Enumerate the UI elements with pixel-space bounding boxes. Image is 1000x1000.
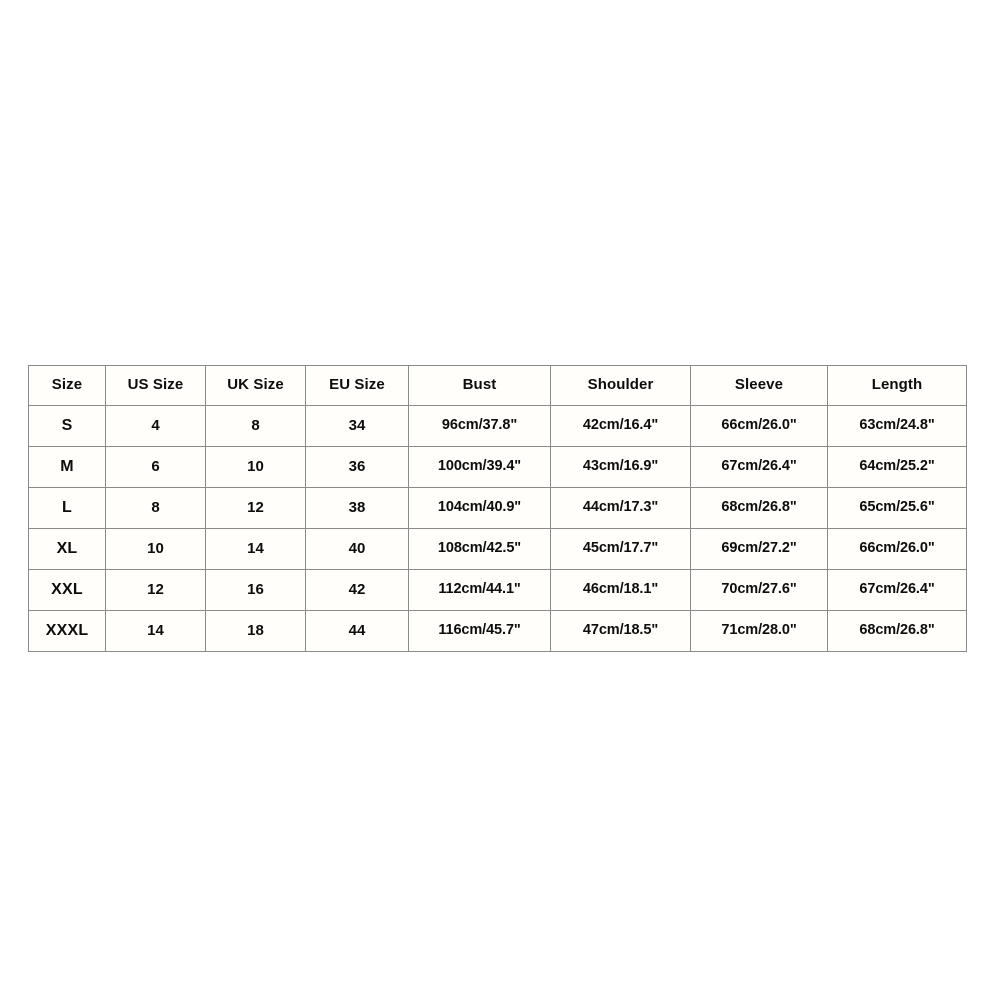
size-chart-table: Size US Size UK Size EU Size Bust Should…	[28, 365, 967, 652]
cell-shoulder: 44cm/17.3"	[550, 487, 691, 529]
cell-us-size: 10	[105, 528, 206, 570]
cell-eu-size: 34	[305, 405, 409, 447]
cell-size: L	[28, 487, 106, 529]
cell-size: XXL	[28, 569, 106, 611]
cell-sleeve: 69cm/27.2"	[690, 528, 828, 570]
cell-length: 65cm/25.6"	[827, 487, 967, 529]
cell-length: 68cm/26.8"	[827, 610, 967, 652]
table-row: S 4 8 34 96cm/37.8" 42cm/16.4" 66cm/26.0…	[28, 405, 967, 447]
cell-bust: 104cm/40.9"	[408, 487, 551, 529]
cell-shoulder: 47cm/18.5"	[550, 610, 691, 652]
table-row: L 8 12 38 104cm/40.9" 44cm/17.3" 68cm/26…	[28, 487, 967, 529]
cell-us-size: 14	[105, 610, 206, 652]
cell-shoulder: 46cm/18.1"	[550, 569, 691, 611]
cell-shoulder: 43cm/16.9"	[550, 446, 691, 488]
cell-eu-size: 44	[305, 610, 409, 652]
cell-length: 67cm/26.4"	[827, 569, 967, 611]
cell-uk-size: 10	[205, 446, 306, 488]
cell-length: 63cm/24.8"	[827, 405, 967, 447]
cell-sleeve: 71cm/28.0"	[690, 610, 828, 652]
cell-size: M	[28, 446, 106, 488]
cell-us-size: 12	[105, 569, 206, 611]
column-header-eu-size: EU Size	[305, 365, 409, 406]
cell-shoulder: 45cm/17.7"	[550, 528, 691, 570]
cell-eu-size: 40	[305, 528, 409, 570]
column-header-sleeve: Sleeve	[690, 365, 828, 406]
table-row: XXL 12 16 42 112cm/44.1" 46cm/18.1" 70cm…	[28, 569, 967, 611]
cell-size: S	[28, 405, 106, 447]
cell-sleeve: 70cm/27.6"	[690, 569, 828, 611]
column-header-bust: Bust	[408, 365, 551, 406]
cell-eu-size: 42	[305, 569, 409, 611]
cell-length: 64cm/25.2"	[827, 446, 967, 488]
cell-sleeve: 68cm/26.8"	[690, 487, 828, 529]
cell-us-size: 6	[105, 446, 206, 488]
cell-length: 66cm/26.0"	[827, 528, 967, 570]
size-chart-container: Size US Size UK Size EU Size Bust Should…	[28, 365, 967, 652]
header-row: Size US Size UK Size EU Size Bust Should…	[28, 365, 967, 406]
cell-bust: 112cm/44.1"	[408, 569, 551, 611]
cell-size: XL	[28, 528, 106, 570]
column-header-uk-size: UK Size	[205, 365, 306, 406]
table-row: M 6 10 36 100cm/39.4" 43cm/16.9" 67cm/26…	[28, 446, 967, 488]
cell-sleeve: 67cm/26.4"	[690, 446, 828, 488]
cell-bust: 108cm/42.5"	[408, 528, 551, 570]
cell-eu-size: 38	[305, 487, 409, 529]
cell-uk-size: 16	[205, 569, 306, 611]
cell-us-size: 8	[105, 487, 206, 529]
cell-uk-size: 8	[205, 405, 306, 447]
column-header-us-size: US Size	[105, 365, 206, 406]
cell-uk-size: 12	[205, 487, 306, 529]
cell-bust: 116cm/45.7"	[408, 610, 551, 652]
table-header: Size US Size UK Size EU Size Bust Should…	[28, 365, 967, 406]
cell-uk-size: 14	[205, 528, 306, 570]
table-body: S 4 8 34 96cm/37.8" 42cm/16.4" 66cm/26.0…	[28, 405, 967, 652]
cell-bust: 100cm/39.4"	[408, 446, 551, 488]
cell-shoulder: 42cm/16.4"	[550, 405, 691, 447]
table-row: XXXL 14 18 44 116cm/45.7" 47cm/18.5" 71c…	[28, 610, 967, 652]
cell-sleeve: 66cm/26.0"	[690, 405, 828, 447]
column-header-shoulder: Shoulder	[550, 365, 691, 406]
cell-uk-size: 18	[205, 610, 306, 652]
table-row: XL 10 14 40 108cm/42.5" 45cm/17.7" 69cm/…	[28, 528, 967, 570]
cell-eu-size: 36	[305, 446, 409, 488]
cell-bust: 96cm/37.8"	[408, 405, 551, 447]
column-header-length: Length	[827, 365, 967, 406]
cell-size: XXXL	[28, 610, 106, 652]
cell-us-size: 4	[105, 405, 206, 447]
column-header-size: Size	[28, 365, 106, 406]
